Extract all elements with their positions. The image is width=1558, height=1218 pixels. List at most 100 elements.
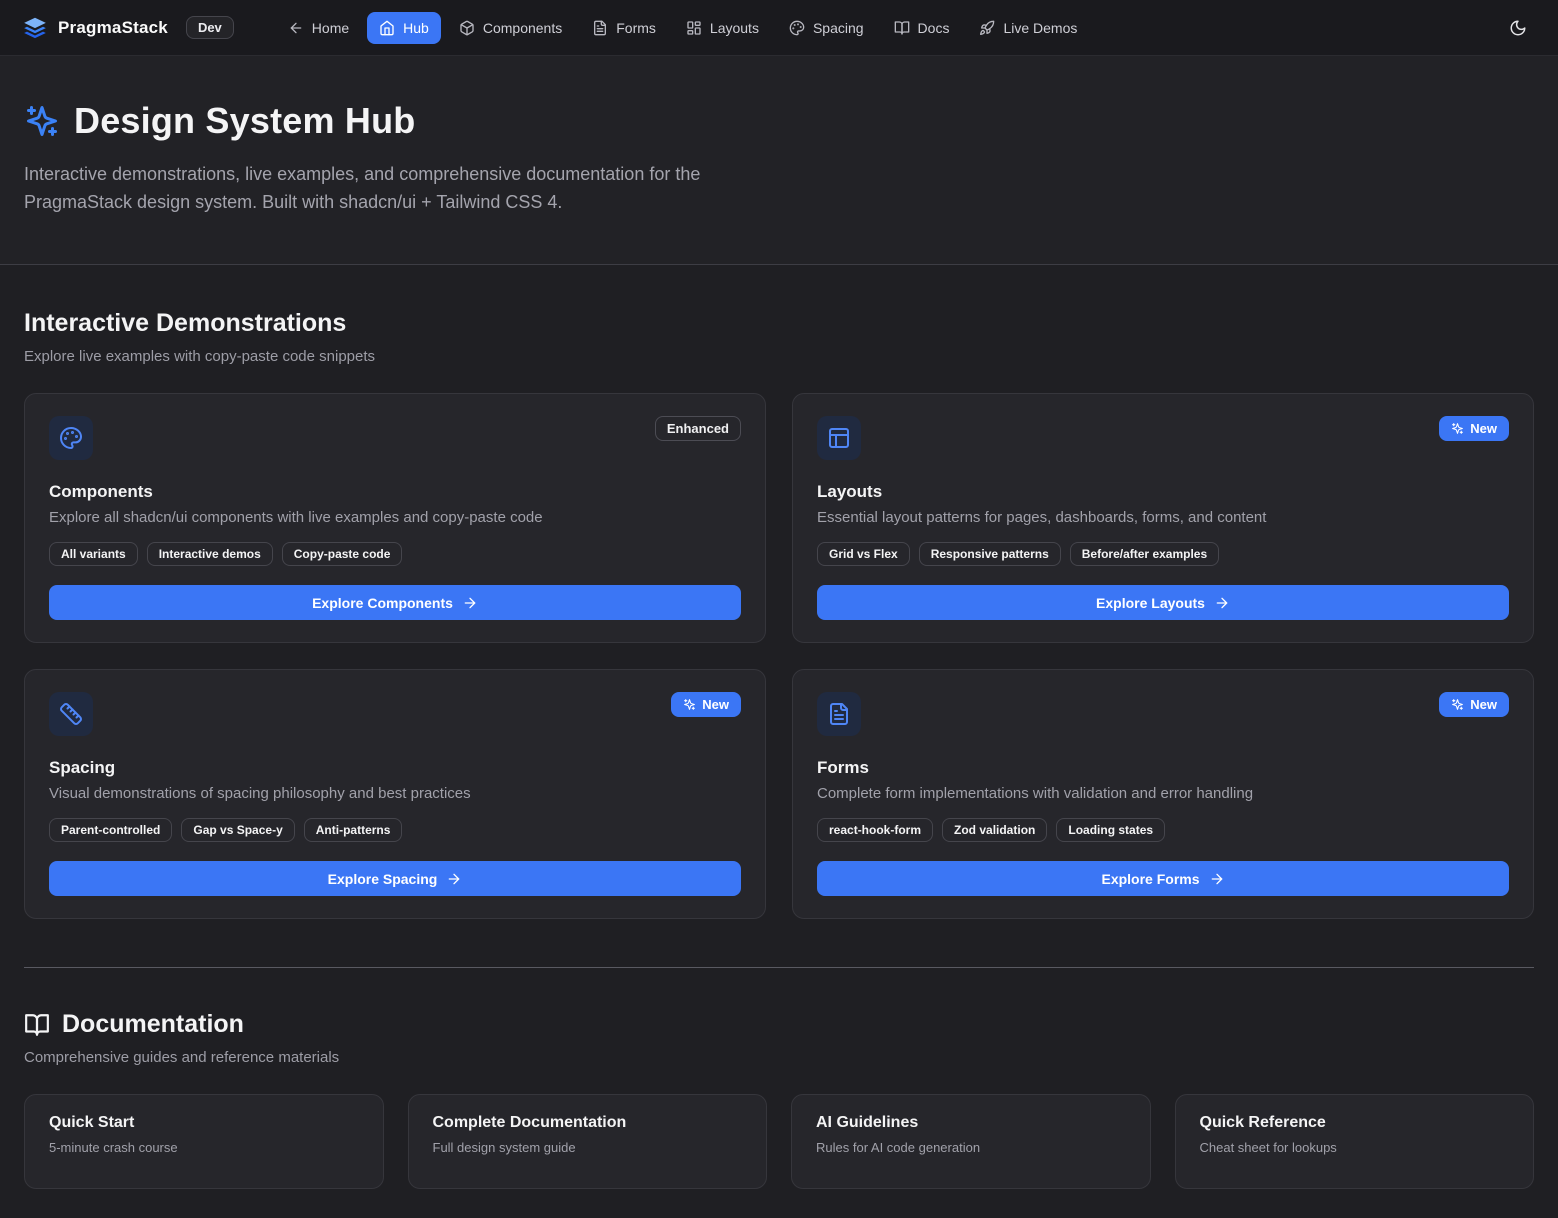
book-open-icon: [894, 20, 910, 36]
card-title: Spacing: [49, 758, 741, 778]
card-description: Complete form implementations with valid…: [817, 785, 1509, 802]
tags-row: react-hook-form Zod validation Loading sta…: [817, 818, 1509, 842]
feature-tag: All variants: [49, 542, 138, 566]
sparkles-icon: [1451, 422, 1464, 435]
feature-tag: react-hook-form: [817, 818, 933, 842]
nav-item-docs[interactable]: Docs: [882, 12, 962, 44]
palette-icon: [789, 20, 805, 36]
status-badge-label: Enhanced: [667, 421, 729, 436]
demos-heading: Interactive Demonstrations: [24, 309, 1534, 338]
navbar: PragmaStack Dev Home Hub Components Forms La…: [0, 0, 1558, 56]
page-title: Design System Hub: [74, 100, 415, 142]
arrow-right-icon: [462, 595, 478, 611]
arrow-right-icon: [1209, 871, 1225, 887]
tags-row: All variants Interactive demos Copy-paste …: [49, 542, 741, 566]
feature-tag: Responsive patterns: [919, 542, 1061, 566]
brand: PragmaStack Dev: [22, 15, 234, 41]
explore-button-label: Explore Layouts: [1096, 595, 1205, 611]
status-badge: New: [1439, 416, 1509, 441]
demo-card-spacing: New Spacing Visual demonstrations of spaci…: [24, 669, 766, 919]
explore-forms-button[interactable]: Explore Forms: [817, 861, 1509, 896]
nav-item-forms[interactable]: Forms: [580, 12, 668, 44]
card-description: Visual demonstrations of spacing philoso…: [49, 785, 741, 802]
demo-card-components: Enhanced Components Explore all shadcn/ui …: [24, 393, 766, 643]
nav-item-label: Live Demos: [1003, 20, 1077, 36]
feature-tag: Gap vs Space-y: [181, 818, 294, 842]
arrow-right-icon: [1214, 595, 1230, 611]
nav-item-spacing[interactable]: Spacing: [777, 12, 876, 44]
feature-tag: Copy-paste code: [282, 542, 403, 566]
explore-button-label: Explore Forms: [1101, 871, 1199, 887]
book-open-icon: [24, 1012, 50, 1038]
layers-icon: [22, 15, 48, 41]
tags-row: Parent-controlledGap vs Space-yAnti-patt…: [49, 818, 741, 842]
status-badge: New: [671, 692, 741, 717]
documentation-heading: Documentation: [62, 1010, 244, 1039]
card-title: Components: [49, 482, 741, 502]
sparkles-icon: [1451, 698, 1464, 711]
panels-top-left-icon: [817, 416, 861, 460]
sparkles-icon: [683, 698, 696, 711]
demo-cards-grid: Enhanced Components Explore all shadcn/ui …: [24, 393, 1534, 919]
demo-card-layouts: NewLayoutsEssential layout patterns for …: [792, 393, 1534, 643]
arrow-left-icon: [288, 20, 304, 36]
nav-item-live-demos[interactable]: Live Demos: [967, 12, 1089, 44]
doc-card-title: AI Guidelines: [816, 1114, 1126, 1132]
page-subtitle: Interactive demonstrations, live example…: [24, 160, 769, 216]
file-text-icon: [817, 692, 861, 736]
doc-card-title: Complete Documentation: [433, 1114, 743, 1132]
status-badge-label: New: [702, 697, 729, 712]
nav-item-label: Home: [312, 20, 349, 36]
nav-item-label: Docs: [918, 20, 950, 36]
feature-tag: Anti-patterns: [304, 818, 403, 842]
theme-toggle-button[interactable]: [1500, 10, 1536, 46]
explore-spacing-button[interactable]: Explore Spacing: [49, 861, 741, 896]
rocket-icon: [979, 20, 995, 36]
explore-components-button[interactable]: Explore Components: [49, 585, 741, 620]
card-title: Layouts: [817, 482, 1509, 502]
demo-card-forms: New Forms Complete form implementations wi…: [792, 669, 1534, 919]
doc-card-complete-documentation[interactable]: Complete DocumentationFull design system…: [408, 1094, 768, 1189]
feature-tag: Loading states: [1056, 818, 1165, 842]
demos-subheading: Explore live examples with copy-paste co…: [24, 348, 1534, 365]
feature-tag: Grid vs Flex: [817, 542, 910, 566]
main-content: Interactive Demonstrations Explore live …: [0, 309, 1558, 1189]
brand-name: PragmaStack: [58, 18, 168, 38]
section-divider: [24, 967, 1534, 968]
status-badge-label: New: [1470, 697, 1497, 712]
main-nav: Home Hub Components Forms Layouts Spacing Docs…: [276, 12, 1090, 44]
nav-item-hub[interactable]: Hub: [367, 12, 441, 44]
doc-cards-grid: Quick Start5-minute crash course Complete…: [24, 1094, 1534, 1189]
status-badge: Enhanced: [655, 416, 741, 441]
explore-layouts-button[interactable]: Explore Layouts: [817, 585, 1509, 620]
doc-card-description: Rules for AI code generation: [816, 1140, 1126, 1155]
moon-icon: [1509, 19, 1527, 37]
feature-tag: Interactive demos: [147, 542, 273, 566]
status-badge: New: [1439, 692, 1509, 717]
doc-card-title: Quick Start: [49, 1114, 359, 1132]
explore-button-label: Explore Spacing: [328, 871, 438, 887]
doc-card-ai-guidelines[interactable]: AI Guidelines Rules for AI code generatio…: [791, 1094, 1151, 1189]
doc-card-quick-reference[interactable]: Quick ReferenceCheat sheet for lookups: [1175, 1094, 1535, 1189]
nav-item-label: Spacing: [813, 20, 864, 36]
nav-item-layouts[interactable]: Layouts: [674, 12, 771, 44]
package-icon: [459, 20, 475, 36]
nav-item-label: Components: [483, 20, 562, 36]
arrow-right-icon: [446, 871, 462, 887]
palette-icon: [49, 416, 93, 460]
feature-tag: Zod validation: [942, 818, 1047, 842]
nav-item-components[interactable]: Components: [447, 12, 574, 44]
nav-item-home[interactable]: Home: [276, 12, 361, 44]
ruler-icon: [49, 692, 93, 736]
file-text-icon: [592, 20, 608, 36]
nav-item-label: Forms: [616, 20, 656, 36]
demos-section: Interactive Demonstrations Explore live …: [24, 309, 1534, 919]
card-title: Forms: [817, 758, 1509, 778]
doc-card-description: Cheat sheet for lookups: [1200, 1140, 1510, 1155]
doc-card-quick-start[interactable]: Quick Start5-minute crash course: [24, 1094, 384, 1189]
card-description: Explore all shadcn/ui components with li…: [49, 509, 741, 526]
feature-tag: Before/after examples: [1070, 542, 1219, 566]
explore-button-label: Explore Components: [312, 595, 453, 611]
hero-section: Design System Hub Interactive demonstrat…: [0, 56, 1558, 265]
documentation-subheading: Comprehensive guides and reference mater…: [24, 1049, 1534, 1066]
